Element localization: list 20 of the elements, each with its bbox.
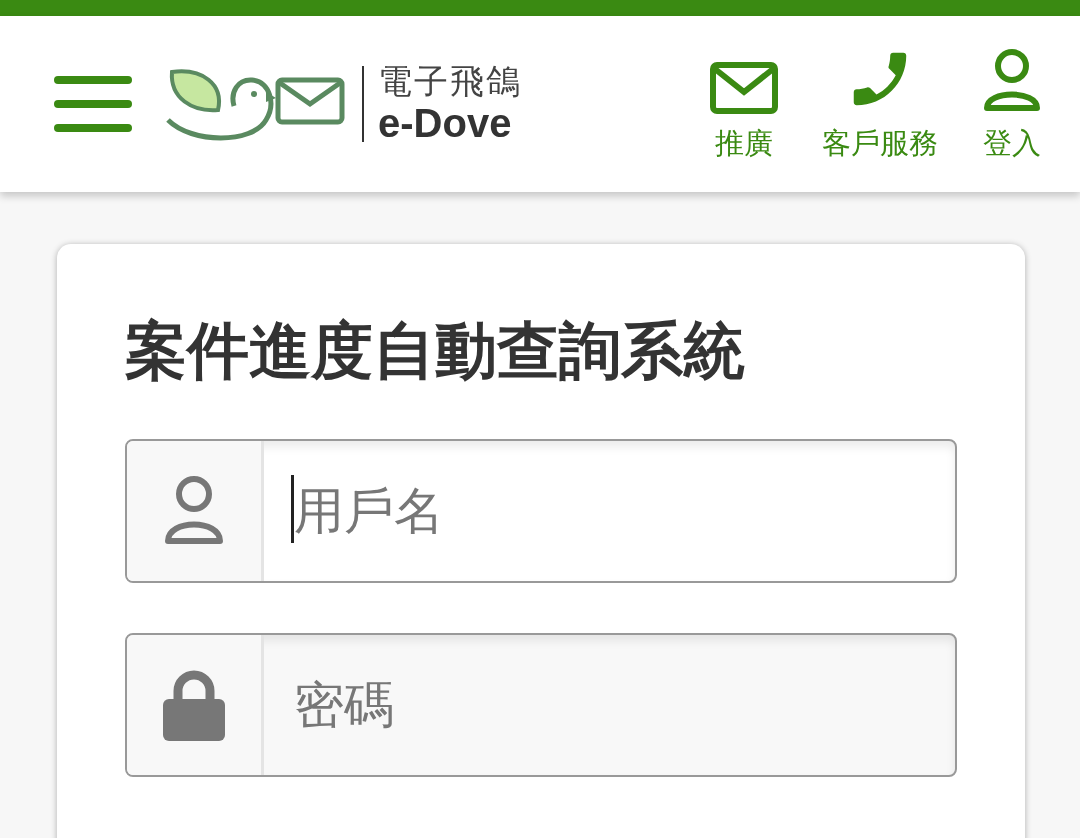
input-field[interactable]: 用戶名	[125, 438, 957, 583]
user-icon	[163, 474, 225, 547]
text-cursor	[291, 474, 294, 543]
password-field[interactable]: 密碼	[292, 674, 955, 735]
nav-label: 客戶服務	[822, 125, 938, 162]
logo-wordmark: e-Dove	[378, 100, 513, 145]
mail-icon	[710, 62, 778, 114]
nav-link[interactable]: 推廣	[710, 62, 778, 164]
lock-icon	[163, 668, 225, 741]
menu-button[interactable]	[54, 76, 132, 132]
page-title: 案件進度自動查詢系統	[125, 313, 746, 389]
username-field[interactable]: 用戶名	[292, 480, 955, 541]
logo-name: 電子飛鴿	[378, 63, 522, 101]
nav-link[interactable]: 客戶服務	[822, 44, 938, 164]
input-field[interactable]: 密碼	[125, 632, 957, 777]
nav-link[interactable]: 登入	[982, 48, 1042, 164]
nav-label: 登入	[983, 125, 1041, 162]
nav-label: 推廣	[715, 125, 773, 162]
logo[interactable]: 電子飛鴿 e-Dove	[162, 63, 522, 145]
user-icon	[982, 48, 1042, 114]
